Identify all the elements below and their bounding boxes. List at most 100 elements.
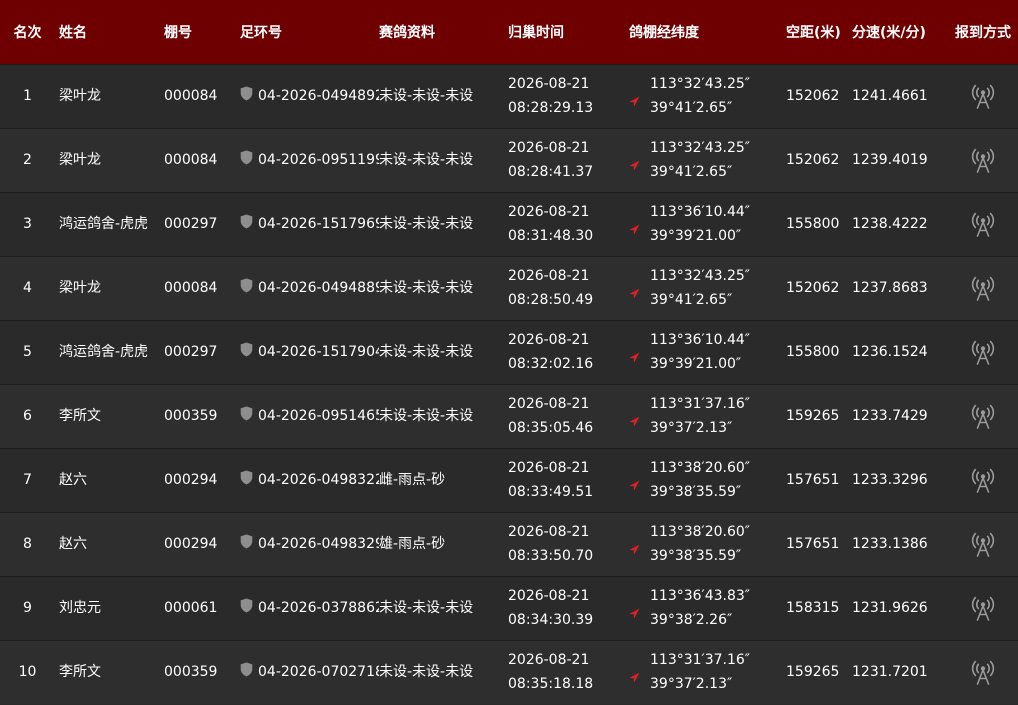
- ring-cell[interactable]: 04-2026-0494889: [238, 256, 379, 320]
- loft-cell: 000084: [164, 88, 218, 104]
- name-cell[interactable]: 李所文: [55, 640, 158, 704]
- speed-cell: 1239.4019: [852, 152, 928, 168]
- header-info[interactable]: 赛鸽资料: [379, 0, 502, 64]
- ring-number: 04-2026-0702718: [258, 664, 379, 681]
- arrival-time: 08:33:49.51: [508, 484, 594, 500]
- coord-cell[interactable]: 113°32′43.25″ 39°41′2.65″: [629, 128, 782, 192]
- location-arrow-icon[interactable]: [629, 160, 640, 171]
- time-cell: 2026-08-21 08:32:02.16: [502, 320, 629, 384]
- coord-cell[interactable]: 113°36′10.44″ 39°39′21.00″: [629, 192, 782, 256]
- latitude: 39°38′2.26″: [650, 612, 733, 628]
- ring-cell[interactable]: 04-2026-0702718: [238, 640, 379, 704]
- longitude: 113°38′20.60″: [650, 460, 751, 476]
- speed-cell: 1237.8683: [852, 280, 928, 296]
- table-row[interactable]: 5 鸿运鸽舍-虎虎 000297 04-2026-1517904 未设-未设-未…: [0, 320, 1018, 384]
- speed-cell: 1233.1386: [852, 536, 928, 552]
- distance-cell: 159265: [786, 408, 840, 424]
- info-cell: 未设-未设-未设: [379, 152, 474, 168]
- table-row[interactable]: 6 李所文 000359 04-2026-0951465 未设-未设-未设 20…: [0, 384, 1018, 448]
- header-distance[interactable]: 空距(米): [782, 0, 850, 64]
- ring-cell[interactable]: 04-2026-0378862: [238, 576, 379, 640]
- name-cell[interactable]: 鸿运鸽舍-虎虎: [55, 320, 158, 384]
- info-cell: 未设-未设-未设: [379, 408, 474, 424]
- signal-tower-icon: [971, 276, 995, 301]
- loft-cell: 000061: [164, 600, 218, 616]
- table-row[interactable]: 8 赵六 000294 04-2026-0498329 雄-雨点-砂 2026-…: [0, 512, 1018, 576]
- table-row[interactable]: 10 李所文 000359 04-2026-0702718 未设-未设-未设 2…: [0, 640, 1018, 704]
- coord-cell[interactable]: 113°36′43.83″ 39°38′2.26″: [629, 576, 782, 640]
- signal-tower-icon: [971, 468, 995, 493]
- table-row[interactable]: 2 梁叶龙 000084 04-2026-0951199 未设-未设-未设 20…: [0, 128, 1018, 192]
- distance-cell: 155800: [786, 344, 840, 360]
- ring-cell[interactable]: 04-2026-0498329: [238, 512, 379, 576]
- name-cell[interactable]: 赵六: [55, 512, 158, 576]
- rank-cell: 2: [23, 152, 32, 168]
- coord-cell[interactable]: 113°32′43.25″ 39°41′2.65″: [629, 64, 782, 128]
- name-cell[interactable]: 梁叶龙: [55, 64, 158, 128]
- table-row[interactable]: 7 赵六 000294 04-2026-0498322 雌-雨点-砂 2026-…: [0, 448, 1018, 512]
- header-rank[interactable]: 名次: [0, 0, 55, 64]
- header-name[interactable]: 姓名: [55, 0, 158, 64]
- table-row[interactable]: 9 刘忠元 000061 04-2026-0378862 未设-未设-未设 20…: [0, 576, 1018, 640]
- name-cell[interactable]: 赵六: [55, 448, 158, 512]
- table-row[interactable]: 3 鸿运鸽舍-虎虎 000297 04-2026-1517969 未设-未设-未…: [0, 192, 1018, 256]
- header-loft[interactable]: 棚号: [158, 0, 238, 64]
- arrival-time: 08:28:50.49: [508, 292, 594, 308]
- ring-cell[interactable]: 04-2026-0494892: [238, 64, 379, 128]
- ring-cell[interactable]: 04-2026-0498322: [238, 448, 379, 512]
- location-arrow-icon[interactable]: [629, 352, 640, 363]
- header-report[interactable]: 报到方式: [948, 0, 1018, 64]
- time-cell: 2026-08-21 08:33:49.51: [502, 448, 629, 512]
- table-body: 1 梁叶龙 000084 04-2026-0494892 未设-未设-未设 20…: [0, 64, 1018, 704]
- header-ring[interactable]: 足环号: [238, 0, 379, 64]
- signal-tower-icon: [971, 212, 995, 237]
- location-arrow-icon[interactable]: [629, 672, 640, 683]
- name-cell[interactable]: 梁叶龙: [55, 128, 158, 192]
- shield-icon: [240, 662, 253, 677]
- coord-cell[interactable]: 113°31′37.16″ 39°37′2.13″: [629, 640, 782, 704]
- loft-cell: 000294: [164, 472, 218, 488]
- name-cell[interactable]: 梁叶龙: [55, 256, 158, 320]
- location-arrow-icon[interactable]: [629, 416, 640, 427]
- longitude: 113°36′10.44″: [650, 204, 751, 220]
- ring-cell[interactable]: 04-2026-1517904: [238, 320, 379, 384]
- report-cell: [948, 320, 1018, 384]
- coord-cell[interactable]: 113°36′10.44″ 39°39′21.00″: [629, 320, 782, 384]
- location-arrow-icon[interactable]: [629, 544, 640, 555]
- coord-cell[interactable]: 113°31′37.16″ 39°37′2.13″: [629, 384, 782, 448]
- table-row[interactable]: 1 梁叶龙 000084 04-2026-0494892 未设-未设-未设 20…: [0, 64, 1018, 128]
- name-cell[interactable]: 李所文: [55, 384, 158, 448]
- coord-cell[interactable]: 113°38′20.60″ 39°38′35.59″: [629, 512, 782, 576]
- report-cell: [948, 384, 1018, 448]
- location-arrow-icon[interactable]: [629, 480, 640, 491]
- time-cell: 2026-08-21 08:28:41.37: [502, 128, 629, 192]
- name-cell[interactable]: 刘忠元: [55, 576, 158, 640]
- latitude: 39°37′2.13″: [650, 420, 733, 436]
- ring-cell[interactable]: 04-2026-1517969: [238, 192, 379, 256]
- ring-number: 04-2026-0951465: [258, 408, 379, 424]
- longitude: 113°32′43.25″: [650, 268, 751, 284]
- ring-cell[interactable]: 04-2026-0951199: [238, 128, 379, 192]
- shield-icon: [240, 470, 253, 485]
- shield-icon: [240, 150, 253, 165]
- longitude: 113°36′43.83″: [650, 588, 751, 604]
- header-coord[interactable]: 鸽棚经纬度: [629, 0, 782, 64]
- time-cell: 2026-08-21 08:35:05.46: [502, 384, 629, 448]
- distance-cell: 157651: [786, 472, 840, 488]
- location-arrow-icon[interactable]: [629, 608, 640, 619]
- ring-cell[interactable]: 04-2026-0951465: [238, 384, 379, 448]
- speed-cell: 1236.1524: [852, 344, 928, 360]
- coord-cell[interactable]: 113°38′20.60″ 39°38′35.59″: [629, 448, 782, 512]
- coord-cell[interactable]: 113°32′43.25″ 39°41′2.65″: [629, 256, 782, 320]
- loft-cell: 000359: [164, 664, 218, 681]
- header-speed[interactable]: 分速(米/分): [850, 0, 948, 64]
- location-arrow-icon[interactable]: [629, 288, 640, 299]
- table-row[interactable]: 4 梁叶龙 000084 04-2026-0494889 未设-未设-未设 20…: [0, 256, 1018, 320]
- time-cell: 2026-08-21 08:33:50.70: [502, 512, 629, 576]
- info-cell: 雄-雨点-砂: [379, 536, 446, 552]
- location-arrow-icon[interactable]: [629, 96, 640, 107]
- signal-tower-icon: [971, 661, 995, 686]
- location-arrow-icon[interactable]: [629, 224, 640, 235]
- name-cell[interactable]: 鸿运鸽舍-虎虎: [55, 192, 158, 256]
- header-time[interactable]: 归巢时间: [502, 0, 629, 64]
